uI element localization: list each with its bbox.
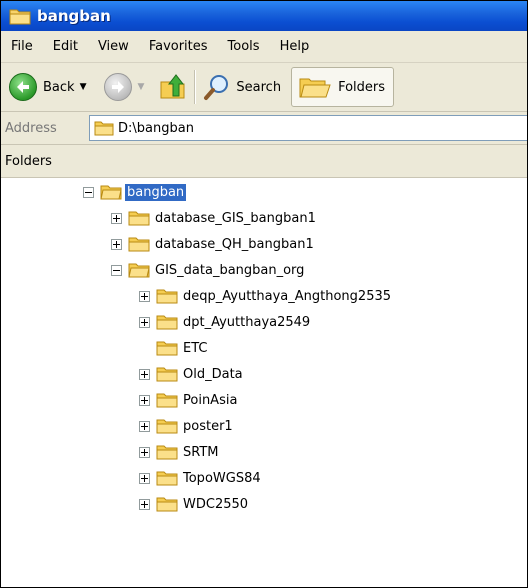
folders-button[interactable]: Folders — [291, 67, 395, 107]
tree-node-label: PoinAsia — [183, 392, 238, 408]
toolbar: Back ▼ ▼ Search Folders — [1, 63, 527, 112]
back-label: Back — [43, 79, 75, 95]
tree-node-label: poster1 — [183, 418, 233, 434]
tree-node-label: database_GIS_bangban1 — [155, 210, 316, 226]
tree-node-deqp[interactable]: deqp_Ayutthaya_Angthong2535 — [139, 285, 393, 307]
folder-icon — [156, 471, 178, 486]
address-value: D:\bangban — [118, 120, 194, 136]
back-dropdown-icon[interactable]: ▼ — [80, 82, 87, 92]
open-folder-icon — [128, 263, 150, 278]
collapse-icon[interactable] — [83, 186, 94, 198]
up-folder-icon — [160, 74, 185, 99]
expand-icon[interactable] — [111, 212, 122, 224]
folder-icon — [156, 315, 178, 330]
tree-node-wdc2550[interactable]: WDC2550 — [139, 493, 250, 515]
search-button[interactable]: Search — [202, 68, 281, 106]
tree-node-gis-data-org[interactable]: GIS_data_bangban_org — [111, 259, 306, 281]
title-bar[interactable]: bangban — [1, 1, 527, 31]
tree-node-etc[interactable]: ETC — [139, 337, 209, 359]
folder-icon — [128, 211, 150, 226]
tree-node-database-gis[interactable]: database_GIS_bangban1 — [111, 207, 318, 229]
toolbar-separator — [194, 70, 197, 104]
expand-icon[interactable] — [139, 446, 150, 458]
folder-icon — [156, 497, 178, 512]
forward-dropdown-icon[interactable]: ▼ — [137, 82, 144, 92]
tree-node-label: dpt_Ayutthaya2549 — [183, 314, 311, 330]
back-arrow-icon — [9, 73, 37, 101]
menu-tools[interactable]: Tools — [218, 39, 270, 54]
folders-pane-title: Folders — [5, 153, 52, 169]
address-input[interactable]: D:\bangban — [89, 115, 527, 141]
expand-icon[interactable] — [139, 420, 150, 432]
tree-node-label: deqp_Ayutthaya_Angthong2535 — [183, 288, 392, 304]
open-folder-icon — [100, 185, 122, 200]
tree-node-poster1[interactable]: poster1 — [139, 415, 235, 437]
tree-node-label: TopoWGS84 — [183, 470, 261, 486]
folders-label: Folders — [338, 79, 386, 95]
address-bar: Address D:\bangban — [1, 112, 527, 145]
forward-arrow-icon — [104, 73, 133, 101]
folder-icon — [9, 9, 31, 25]
up-folder-button[interactable] — [158, 68, 188, 106]
menu-edit[interactable]: Edit — [43, 39, 88, 54]
menu-favorites[interactable]: Favorites — [139, 39, 218, 54]
tree-node-old-data[interactable]: Old_Data — [139, 363, 245, 385]
expand-icon[interactable] — [139, 498, 150, 510]
explorer-window: bangban File Edit View Favorites Tools H… — [0, 0, 528, 588]
back-button[interactable]: Back ▼ — [1, 68, 86, 106]
menu-help[interactable]: Help — [270, 39, 320, 54]
menu-bar: File Edit View Favorites Tools Help — [1, 31, 527, 63]
tree-node-label: database_QH_bangban1 — [155, 236, 314, 252]
expand-icon[interactable] — [139, 290, 150, 302]
folders-icon — [299, 78, 331, 98]
tree-node-srtm[interactable]: SRTM — [139, 441, 221, 463]
address-label: Address — [5, 120, 57, 136]
window-title: bangban — [37, 7, 111, 25]
tree-node-label: Old_Data — [183, 366, 243, 382]
tree-node-dpt[interactable]: dpt_Ayutthaya2549 — [139, 311, 312, 333]
folder-icon — [156, 341, 178, 356]
tree-node-label: GIS_data_bangban_org — [155, 262, 305, 278]
folders-pane-header: Folders — [1, 145, 527, 178]
folder-icon — [156, 445, 178, 460]
tree-node-label: SRTM — [183, 444, 219, 460]
folder-icon — [128, 237, 150, 252]
folder-icon — [156, 367, 178, 382]
forward-button[interactable]: ▼ — [104, 68, 144, 106]
expand-icon[interactable] — [139, 472, 150, 484]
folder-icon — [156, 419, 178, 434]
folder-icon — [156, 393, 178, 408]
expand-icon[interactable] — [139, 394, 150, 406]
tree-node-label: ETC — [183, 340, 208, 356]
search-label: Search — [236, 79, 282, 95]
collapse-icon[interactable] — [111, 264, 122, 276]
search-icon — [204, 75, 229, 100]
folder-icon — [94, 121, 114, 136]
tree-node-topowgs84[interactable]: TopoWGS84 — [139, 467, 263, 489]
expand-icon[interactable] — [139, 316, 150, 328]
tree-node-bangban[interactable]: bangban — [83, 181, 187, 203]
tree-node-database-qh[interactable]: database_QH_bangban1 — [111, 233, 316, 255]
tree-node-label: WDC2550 — [183, 496, 249, 512]
tree-node-label: bangban — [125, 183, 187, 201]
menu-file[interactable]: File — [1, 39, 43, 54]
expand-icon[interactable] — [139, 368, 150, 380]
menu-view[interactable]: View — [88, 39, 139, 54]
expand-icon[interactable] — [111, 238, 122, 250]
tree-node-poinasia[interactable]: PoinAsia — [139, 389, 239, 411]
folder-tree: bangban database_GIS_bangban1 database_Q… — [1, 178, 527, 587]
folder-icon — [156, 289, 178, 304]
